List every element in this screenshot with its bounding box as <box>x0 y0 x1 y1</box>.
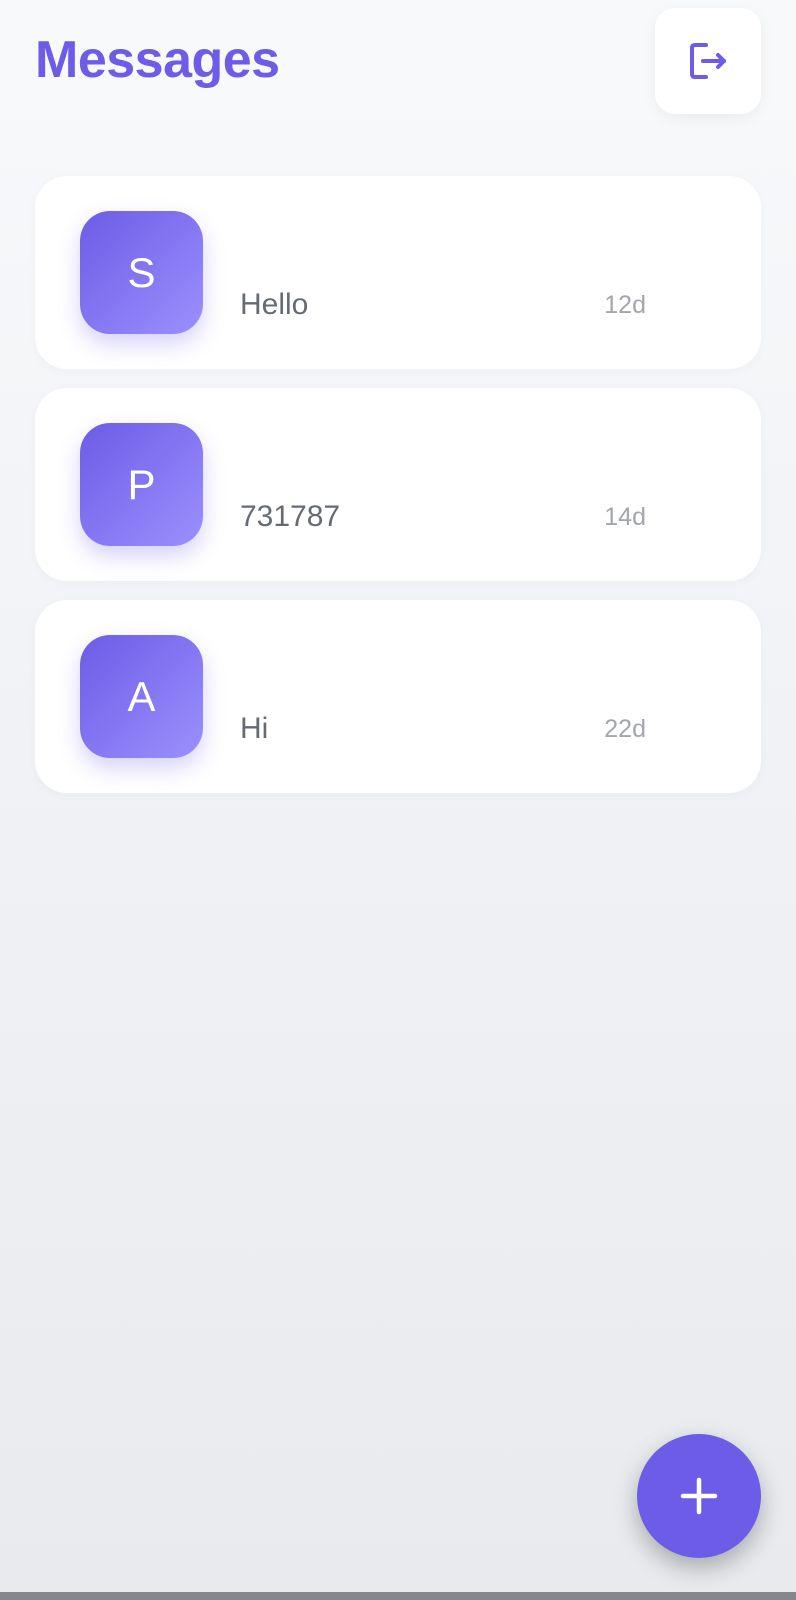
new-message-button[interactable] <box>637 1434 761 1558</box>
message-time: 22d <box>604 715 646 743</box>
message-time: 12d <box>604 291 646 319</box>
contact-name <box>240 658 660 682</box>
message-time: 14d <box>604 503 646 531</box>
last-message: Hello <box>240 288 309 321</box>
app-header: Messages <box>0 0 796 120</box>
conversation-list: S Hello 12d P 731787 14d A Hi 22d <box>35 176 761 812</box>
plus-icon <box>680 1477 718 1515</box>
avatar: S <box>80 211 203 334</box>
logout-icon <box>690 43 726 79</box>
contact-name <box>240 234 660 258</box>
last-message: Hi <box>240 712 269 745</box>
conversation-item[interactable]: P 731787 14d <box>35 388 761 581</box>
avatar: P <box>80 423 203 546</box>
conversation-item[interactable]: S Hello 12d <box>35 176 761 369</box>
avatar: A <box>80 635 203 758</box>
last-message: 731787 <box>240 500 341 533</box>
logout-button[interactable] <box>655 8 761 114</box>
page-title: Messages <box>35 31 280 89</box>
system-nav-bar <box>0 1592 796 1600</box>
conversation-item[interactable]: A Hi 22d <box>35 600 761 793</box>
contact-name <box>240 446 660 470</box>
